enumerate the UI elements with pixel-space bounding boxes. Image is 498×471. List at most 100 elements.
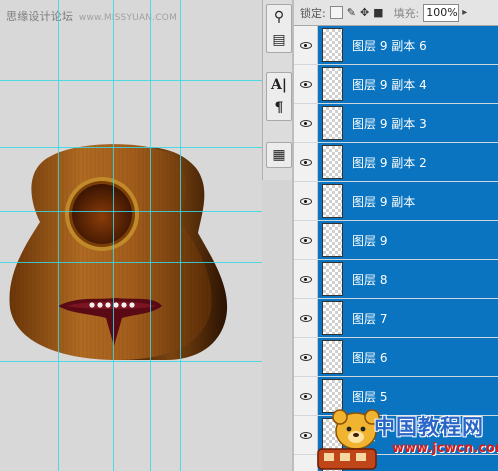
eye-icon — [299, 353, 312, 361]
visibility-toggle[interactable] — [294, 260, 318, 298]
guitar-illustration — [9, 144, 228, 360]
visibility-toggle[interactable] — [294, 338, 318, 376]
fill-input[interactable]: 100% — [423, 3, 460, 22]
guide-vertical[interactable] — [113, 0, 114, 471]
layer-name: 图层 — [352, 428, 377, 443]
lock-pixels-icon[interactable]: ✎ — [347, 6, 356, 19]
layer-selection[interactable] — [318, 455, 498, 471]
layer-selection[interactable]: 图层 — [318, 416, 498, 454]
layer-row[interactable]: 图层 5 — [294, 377, 498, 416]
layer-selection[interactable]: 图层 9 副本 6 — [318, 26, 498, 64]
layer-row[interactable]: 图层 7 — [294, 299, 498, 338]
layer-row[interactable]: 图层 — [294, 416, 498, 455]
visibility-toggle[interactable] — [294, 26, 318, 64]
layer-thumbnail — [322, 379, 343, 413]
lock-label: 锁定: — [300, 6, 326, 20]
guide-vertical[interactable] — [150, 0, 151, 471]
layer-comps-icon[interactable]: ▦ — [268, 144, 290, 166]
guide-horizontal[interactable] — [0, 80, 262, 81]
layer-row[interactable]: 图层 9 副本 2 — [294, 143, 498, 182]
guide-horizontal[interactable] — [0, 262, 262, 263]
watermark-url: www.MISSYUAN.COM — [78, 13, 178, 23]
layer-thumbnail — [322, 145, 343, 179]
layer-name: 图层 9 副本 4 — [352, 77, 427, 92]
tool-group-clone: ⚲ ▤ — [266, 4, 292, 53]
paragraph-icon[interactable]: ¶ — [268, 97, 290, 119]
layer-selection[interactable]: 图层 5 — [318, 377, 498, 415]
tool-presets-icon[interactable]: ▤ — [268, 29, 290, 51]
layer-thumbnail — [322, 223, 343, 257]
layer-name: 图层 8 — [352, 272, 388, 287]
guide-horizontal[interactable] — [0, 211, 262, 212]
visibility-toggle[interactable] — [294, 221, 318, 259]
layer-row[interactable]: 图层 8 — [294, 260, 498, 299]
layer-thumbnail — [322, 457, 343, 471]
lock-position-icon[interactable]: ✥ — [360, 6, 369, 19]
visibility-toggle[interactable] — [294, 143, 318, 181]
layer-name: 图层 9 副本 6 — [352, 38, 427, 53]
visibility-toggle[interactable] — [294, 377, 318, 415]
eye-icon — [299, 275, 312, 283]
visibility-toggle[interactable] — [294, 455, 318, 471]
layer-selection[interactable]: 图层 9 副本 2 — [318, 143, 498, 181]
layer-row[interactable]: 图层 9 副本 4 — [294, 65, 498, 104]
guide-vertical[interactable] — [58, 0, 59, 471]
layer-row[interactable]: 图层 9 副本 6 — [294, 26, 498, 65]
lock-bar: 锁定: ✎ ✥ ■ 填充: 100% ▸ — [294, 0, 498, 26]
layer-name: 图层 6 — [352, 350, 388, 365]
eye-icon — [299, 314, 312, 322]
panel-dock-strip: ⚲ ▤ A| ¶ ▦ — [262, 0, 294, 180]
eye-icon — [299, 80, 312, 88]
layer-row[interactable]: 图层 9 副本 — [294, 182, 498, 221]
layer-selection[interactable]: 图层 7 — [318, 299, 498, 337]
document-canvas[interactable]: 思缘设计论坛 www.MISSYUAN.COM — [0, 0, 262, 471]
eye-icon — [299, 158, 312, 166]
tool-group-comps: ▦ — [266, 142, 292, 168]
layer-selection[interactable]: 图层 8 — [318, 260, 498, 298]
layer-thumbnail — [322, 340, 343, 374]
layer-name: 图层 9 — [352, 233, 388, 248]
fill-dropdown-arrow-icon[interactable]: ▸ — [462, 7, 467, 18]
watermark: 思缘设计论坛 www.MISSYUAN.COM — [6, 8, 177, 24]
guide-horizontal[interactable] — [0, 361, 262, 362]
layer-row[interactable]: 图层 6 — [294, 338, 498, 377]
eye-icon — [299, 431, 312, 439]
clone-source-icon[interactable]: ⚲ — [268, 6, 290, 28]
eye-icon — [299, 392, 312, 400]
guide-vertical[interactable] — [180, 0, 181, 471]
lock-transparency-icon[interactable] — [329, 6, 343, 19]
layer-selection[interactable]: 图层 9 副本 4 — [318, 65, 498, 103]
layer-selection[interactable]: 图层 6 — [318, 338, 498, 376]
eye-icon — [299, 197, 312, 205]
layer-thumbnail — [322, 184, 343, 218]
layer-row[interactable] — [294, 455, 498, 471]
visibility-toggle[interactable] — [294, 182, 318, 220]
layer-selection[interactable]: 图层 9 副本 3 — [318, 104, 498, 142]
layer-thumbnail — [322, 67, 343, 101]
watermark-text: 思缘设计论坛 — [6, 10, 74, 23]
character-icon[interactable]: A| — [268, 74, 290, 96]
layer-thumbnail — [322, 418, 343, 452]
layer-row[interactable]: 图层 9 副本 3 — [294, 104, 498, 143]
layer-name: 图层 9 副本 2 — [352, 155, 427, 170]
visibility-toggle[interactable] — [294, 65, 318, 103]
layer-name: 图层 5 — [352, 389, 388, 404]
layers-panel: 锁定: ✎ ✥ ■ 填充: 100% ▸ 图层 9 副本 6 图层 9 副本 4… — [294, 0, 498, 471]
layer-selection[interactable]: 图层 9 — [318, 221, 498, 259]
layer-thumbnail — [322, 301, 343, 335]
eye-icon — [299, 41, 312, 49]
lock-all-icon[interactable]: ■ — [373, 6, 383, 19]
layer-thumbnail — [322, 28, 343, 62]
layer-name: 图层 7 — [352, 311, 388, 326]
fill-label: 填充: — [393, 6, 420, 20]
layer-thumbnail — [322, 106, 343, 140]
eye-icon — [299, 236, 312, 244]
visibility-toggle[interactable] — [294, 104, 318, 142]
guide-horizontal[interactable] — [0, 147, 262, 148]
layer-name: 图层 9 副本 — [352, 194, 416, 209]
visibility-toggle[interactable] — [294, 416, 318, 454]
layer-name: 图层 9 副本 3 — [352, 116, 427, 131]
visibility-toggle[interactable] — [294, 299, 318, 337]
layer-selection[interactable]: 图层 9 副本 — [318, 182, 498, 220]
layer-row[interactable]: 图层 9 — [294, 221, 498, 260]
